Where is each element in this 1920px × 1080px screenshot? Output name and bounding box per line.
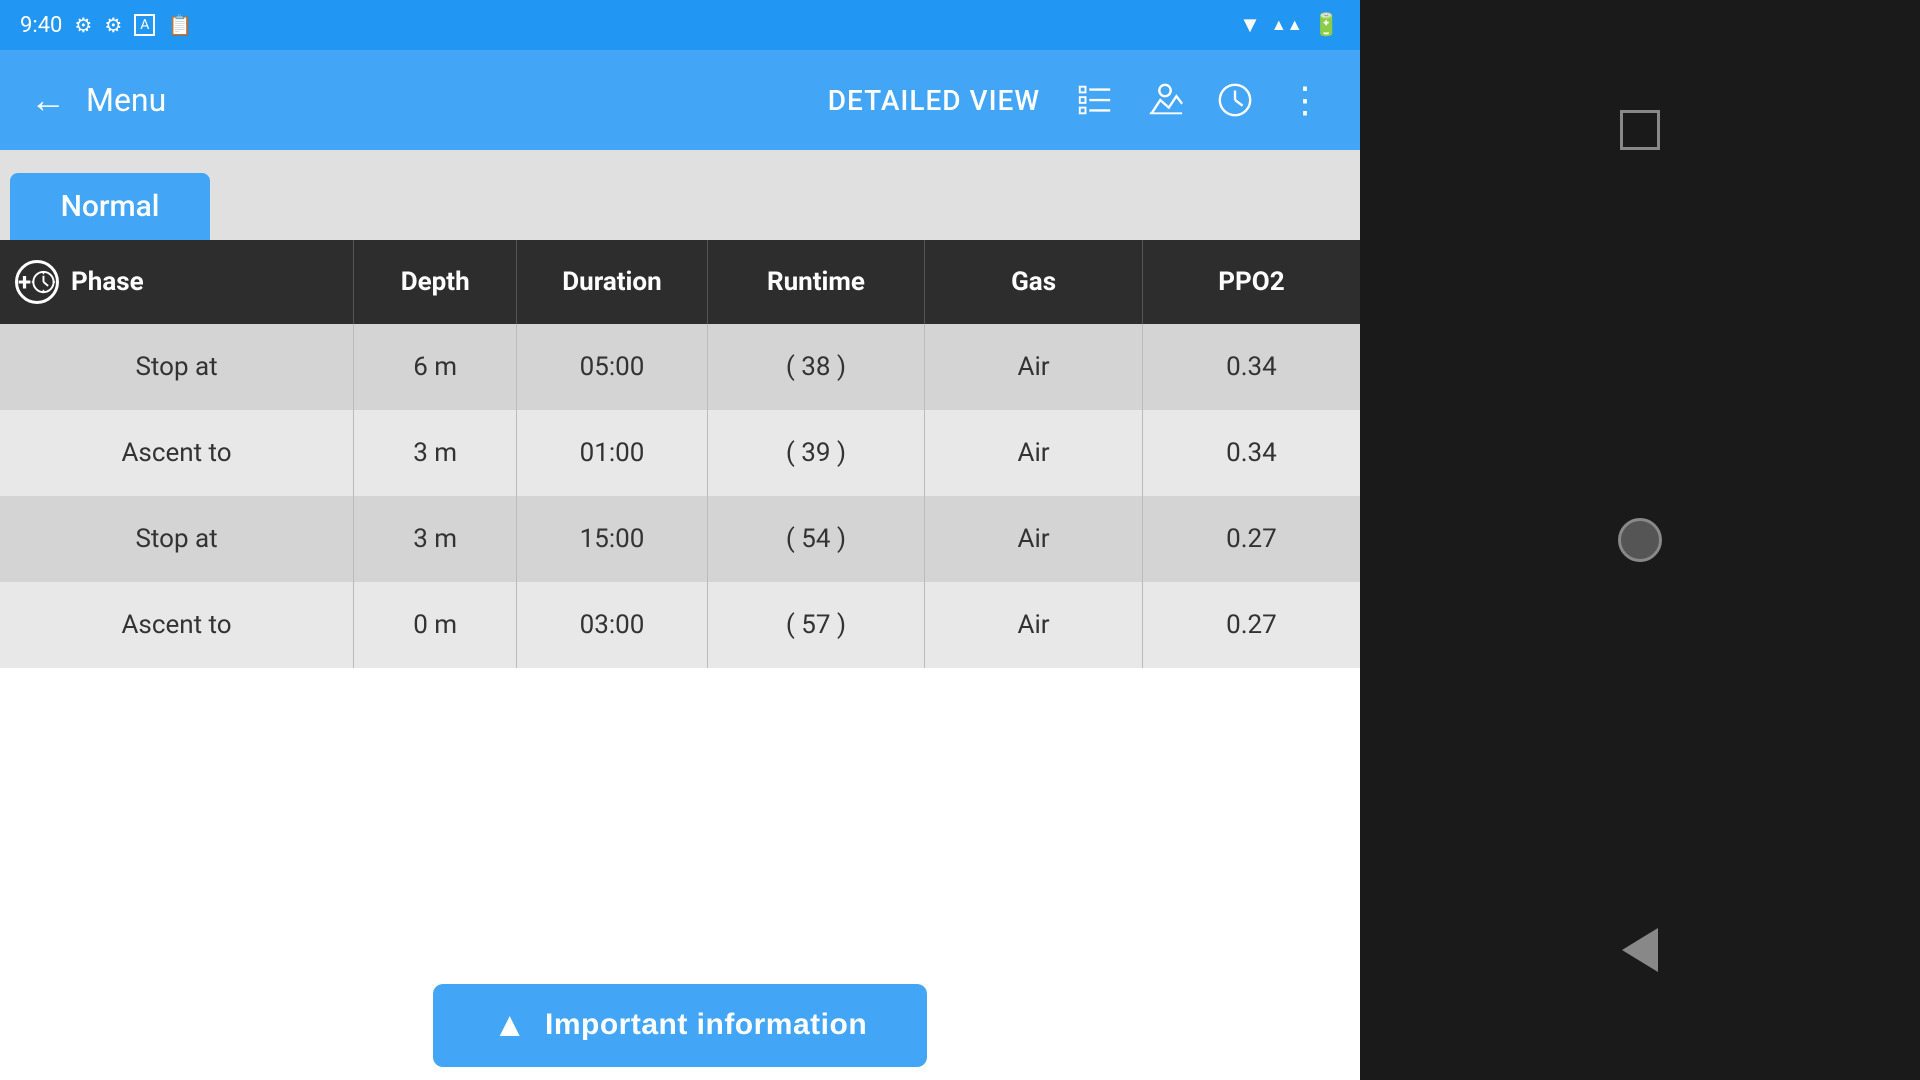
more-dots: ⋮ [1287, 82, 1323, 118]
col-header-gas: Gas [925, 240, 1143, 324]
col-header-duration: Duration [517, 240, 707, 324]
nav-recent-button[interactable] [1610, 100, 1670, 160]
cell-phase: Ascent to [0, 410, 354, 496]
font-icon: A [134, 14, 155, 36]
clipboard-icon: 📋 [167, 13, 192, 37]
cell-depth: 6 m [354, 324, 517, 410]
cell-phase: Stop at [0, 496, 354, 582]
cell-depth: 0 m [354, 582, 517, 668]
cell-gas: Air [925, 324, 1143, 410]
graph-icon-button[interactable] [1140, 75, 1190, 125]
more-options-button[interactable]: ⋮ [1280, 75, 1330, 125]
nav-home-button[interactable] [1610, 510, 1670, 570]
cell-ppo2: 0.27 [1142, 582, 1360, 668]
col-header-depth: Depth [354, 240, 517, 324]
app-container: 9:40 ⚙ ⚙ A 📋 ▼ ▲▲ 🔋 ← Menu DETAILED VIEW [0, 0, 1360, 1080]
cell-runtime: ( 39 ) [707, 410, 925, 496]
table-row: Stop at3 m15:00( 54 )Air0.27 [0, 496, 1360, 582]
cell-runtime: ( 38 ) [707, 324, 925, 410]
tab-bar: Normal [0, 150, 1360, 240]
settings-icon: ⚙ [74, 13, 92, 37]
toolbar-title: DETAILED VIEW [828, 84, 1040, 117]
cell-gas: Air [925, 496, 1143, 582]
menu-label[interactable]: Menu [86, 81, 828, 119]
cell-runtime: ( 57 ) [707, 582, 925, 668]
important-button-label: Important information [545, 1008, 867, 1042]
status-bar-right: ▼ ▲▲ 🔋 [1239, 12, 1340, 38]
phase-header-label: Phase [71, 267, 144, 297]
warning-icon: ▲ [493, 1006, 527, 1045]
cell-depth: 3 m [354, 496, 517, 582]
nav-back-button[interactable] [1610, 920, 1670, 980]
cell-duration: 05:00 [517, 324, 707, 410]
status-bar: 9:40 ⚙ ⚙ A 📋 ▼ ▲▲ 🔋 [0, 0, 1360, 50]
table-row: Ascent to0 m03:00( 57 )Air0.27 [0, 582, 1360, 668]
gear-icon: ⚙ [104, 13, 122, 37]
cell-depth: 3 m [354, 410, 517, 496]
table-row: Ascent to3 m01:00( 39 )Air0.34 [0, 410, 1360, 496]
cell-phase: Stop at [0, 324, 354, 410]
wifi-icon: ▼ [1239, 12, 1261, 38]
signal-icon: ▲▲ [1271, 15, 1303, 35]
recent-apps-icon [1620, 110, 1660, 150]
cell-phase: Ascent to [0, 582, 354, 668]
dive-table: Phase Depth Duration Runtime Gas [0, 240, 1360, 668]
col-header-ppo2: PPO2 [1142, 240, 1360, 324]
table-container: Phase Depth Duration Runtime Gas [0, 240, 1360, 970]
android-nav-sidebar [1360, 0, 1920, 1080]
cell-ppo2: 0.27 [1142, 496, 1360, 582]
status-bar-left: 9:40 ⚙ ⚙ A 📋 [20, 13, 192, 38]
phase-clock-icon [15, 260, 59, 304]
important-information-button[interactable]: ▲ Important information [433, 984, 927, 1067]
cell-gas: Air [925, 410, 1143, 496]
back-nav-icon [1622, 928, 1658, 972]
cell-ppo2: 0.34 [1142, 410, 1360, 496]
col-header-runtime: Runtime [707, 240, 925, 324]
tab-normal[interactable]: Normal [10, 173, 210, 240]
cell-gas: Air [925, 582, 1143, 668]
back-button[interactable]: ← [30, 79, 66, 121]
cell-runtime: ( 54 ) [707, 496, 925, 582]
table-body: Stop at6 m05:00( 38 )Air0.34Ascent to3 m… [0, 324, 1360, 668]
table-row: Stop at6 m05:00( 38 )Air0.34 [0, 324, 1360, 410]
bottom-bar: ▲ Important information [0, 970, 1360, 1080]
cell-duration: 03:00 [517, 582, 707, 668]
home-icon [1618, 518, 1662, 562]
col-header-phase: Phase [0, 240, 354, 324]
cell-duration: 15:00 [517, 496, 707, 582]
list-icon-button[interactable] [1070, 75, 1120, 125]
time-display: 9:40 [20, 13, 62, 38]
cell-duration: 01:00 [517, 410, 707, 496]
toolbar: ← Menu DETAILED VIEW [0, 50, 1360, 150]
battery-icon: 🔋 [1313, 13, 1340, 38]
cell-ppo2: 0.34 [1142, 324, 1360, 410]
table-header-row: Phase Depth Duration Runtime Gas [0, 240, 1360, 324]
toolbar-icons: ⋮ [1070, 75, 1330, 125]
clock-icon-button[interactable] [1210, 75, 1260, 125]
